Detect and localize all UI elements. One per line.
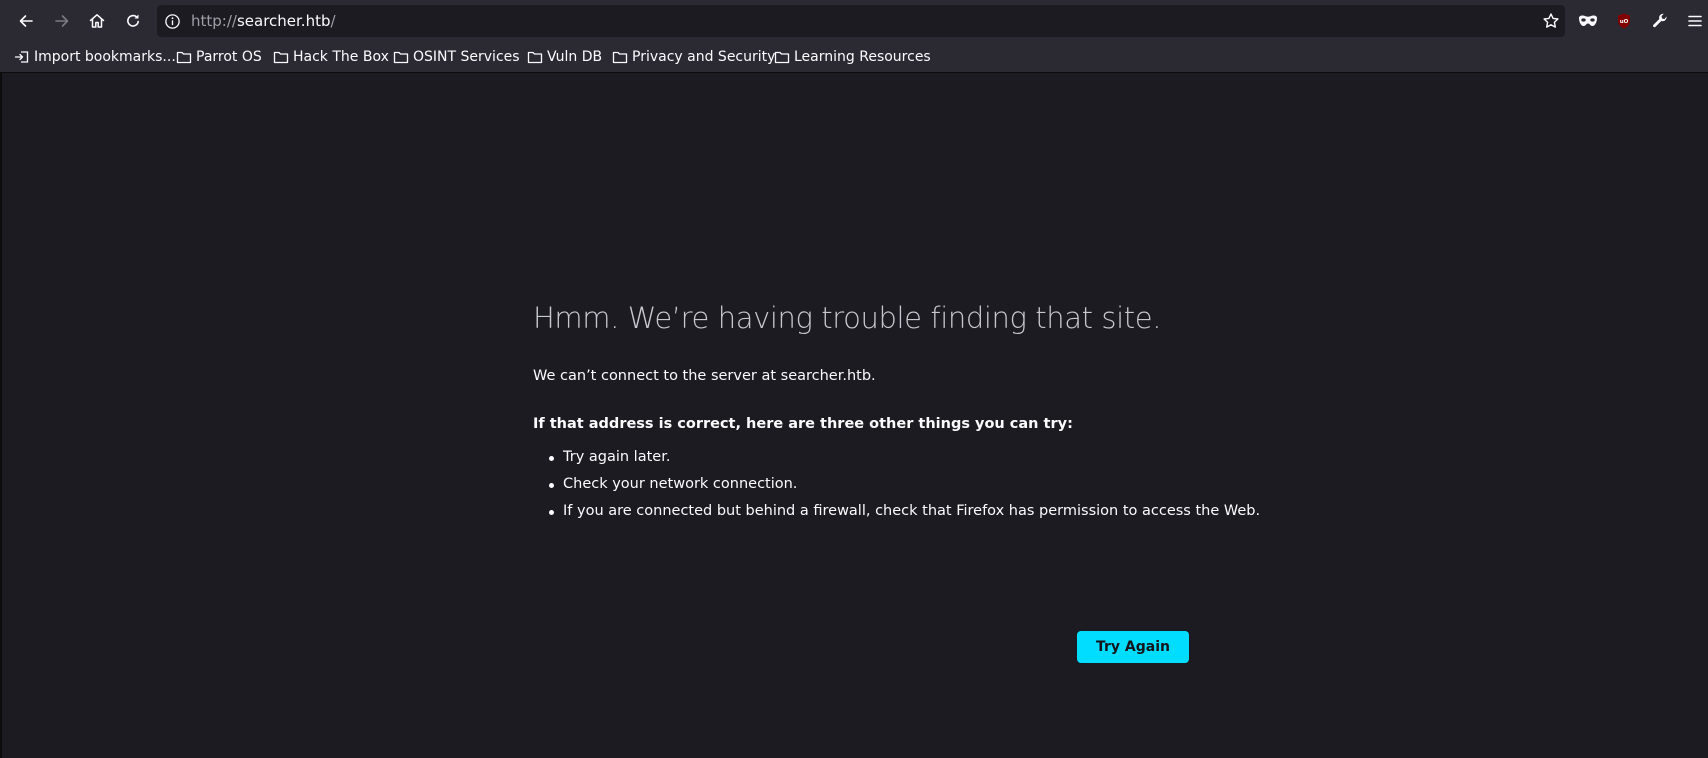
hamburger-menu-icon (1688, 15, 1702, 27)
url-scheme: http:// (191, 12, 237, 30)
bookmark-label: Import bookmarks... (34, 49, 176, 65)
folder-icon (612, 51, 628, 64)
bookmark-folder-hack-the-box[interactable]: Hack The Box (273, 45, 389, 69)
error-title: Hmm. We’re having trouble finding that s… (533, 301, 1162, 335)
star-icon[interactable] (1541, 11, 1561, 31)
error-description: We can’t connect to the server at search… (533, 368, 876, 384)
list-item: Try again later. (549, 444, 1213, 471)
reload-button[interactable] (117, 5, 149, 37)
list-item: Check your network connection. (549, 471, 1213, 498)
bookmark-folder-parrot-os[interactable]: Parrot OS (176, 45, 262, 69)
folder-icon (393, 51, 409, 64)
bookmark-import[interactable]: Import bookmarks... (14, 45, 176, 69)
url-path: / (330, 12, 336, 30)
try-again-button[interactable]: Try Again (1077, 631, 1189, 663)
page-content: Hmm. We’re having trouble finding that s… (0, 73, 1708, 758)
private-mask-button[interactable] (1572, 5, 1604, 37)
forward-arrow-icon (55, 15, 69, 27)
home-button[interactable] (81, 5, 113, 37)
bookmark-label: Privacy and Security (632, 49, 776, 65)
list-item: If you are connected but behind a firewa… (549, 498, 1260, 525)
bookmark-folder-vuln-db[interactable]: Vuln DB (527, 45, 602, 69)
bookmark-folder-learning-resources[interactable]: Learning Resources (774, 45, 931, 69)
folder-icon (273, 51, 289, 64)
wrench-button[interactable] (1644, 5, 1676, 37)
url-host: searcher.htb (236, 12, 331, 30)
error-suggestions-list: Try again later. Check your network conn… (533, 444, 1260, 525)
ublock-button[interactable]: uO (1608, 5, 1640, 37)
folder-icon (527, 51, 543, 64)
forward-button[interactable] (46, 5, 78, 37)
back-arrow-icon (19, 15, 33, 27)
bookmark-label: Parrot OS (196, 49, 262, 65)
app-menu-button[interactable] (1679, 5, 1708, 37)
bookmark-label: Hack The Box (293, 49, 389, 65)
reload-icon (127, 14, 139, 27)
error-page: Hmm. We’re having trouble finding that s… (533, 298, 1260, 663)
error-suggestions-intro: If that address is correct, here are thr… (533, 416, 1073, 432)
bookmark-folder-osint-services[interactable]: OSINT Services (393, 45, 520, 69)
browser-chrome: http://searcher.htb/ uO Import bookmarks… (0, 0, 1708, 73)
back-button[interactable] (10, 5, 42, 37)
folder-icon (774, 51, 790, 64)
wrench-icon (1653, 13, 1667, 28)
bookmark-label: Vuln DB (547, 49, 603, 65)
bookmark-label: OSINT Services (413, 49, 520, 65)
bookmark-folder-privacy-and-security[interactable]: Privacy and Security (612, 45, 775, 69)
home-icon (89, 14, 105, 28)
import-icon (14, 51, 29, 63)
folder-icon (176, 51, 192, 64)
bookmark-label: Learning Resources (794, 49, 931, 65)
ublock-icon: uO (1618, 13, 1630, 29)
navigation-toolbar: http://searcher.htb/ uO (0, 0, 1708, 42)
info-icon[interactable] (163, 12, 181, 30)
svg-text:uO: uO (1620, 19, 1629, 25)
url-bar[interactable]: http://searcher.htb/ (157, 5, 1565, 37)
url-text[interactable]: http://searcher.htb/ (191, 5, 336, 37)
bookmarks-toolbar: Import bookmarks... Parrot OS Hack The B… (0, 42, 1708, 72)
private-mask-icon (1579, 15, 1597, 26)
